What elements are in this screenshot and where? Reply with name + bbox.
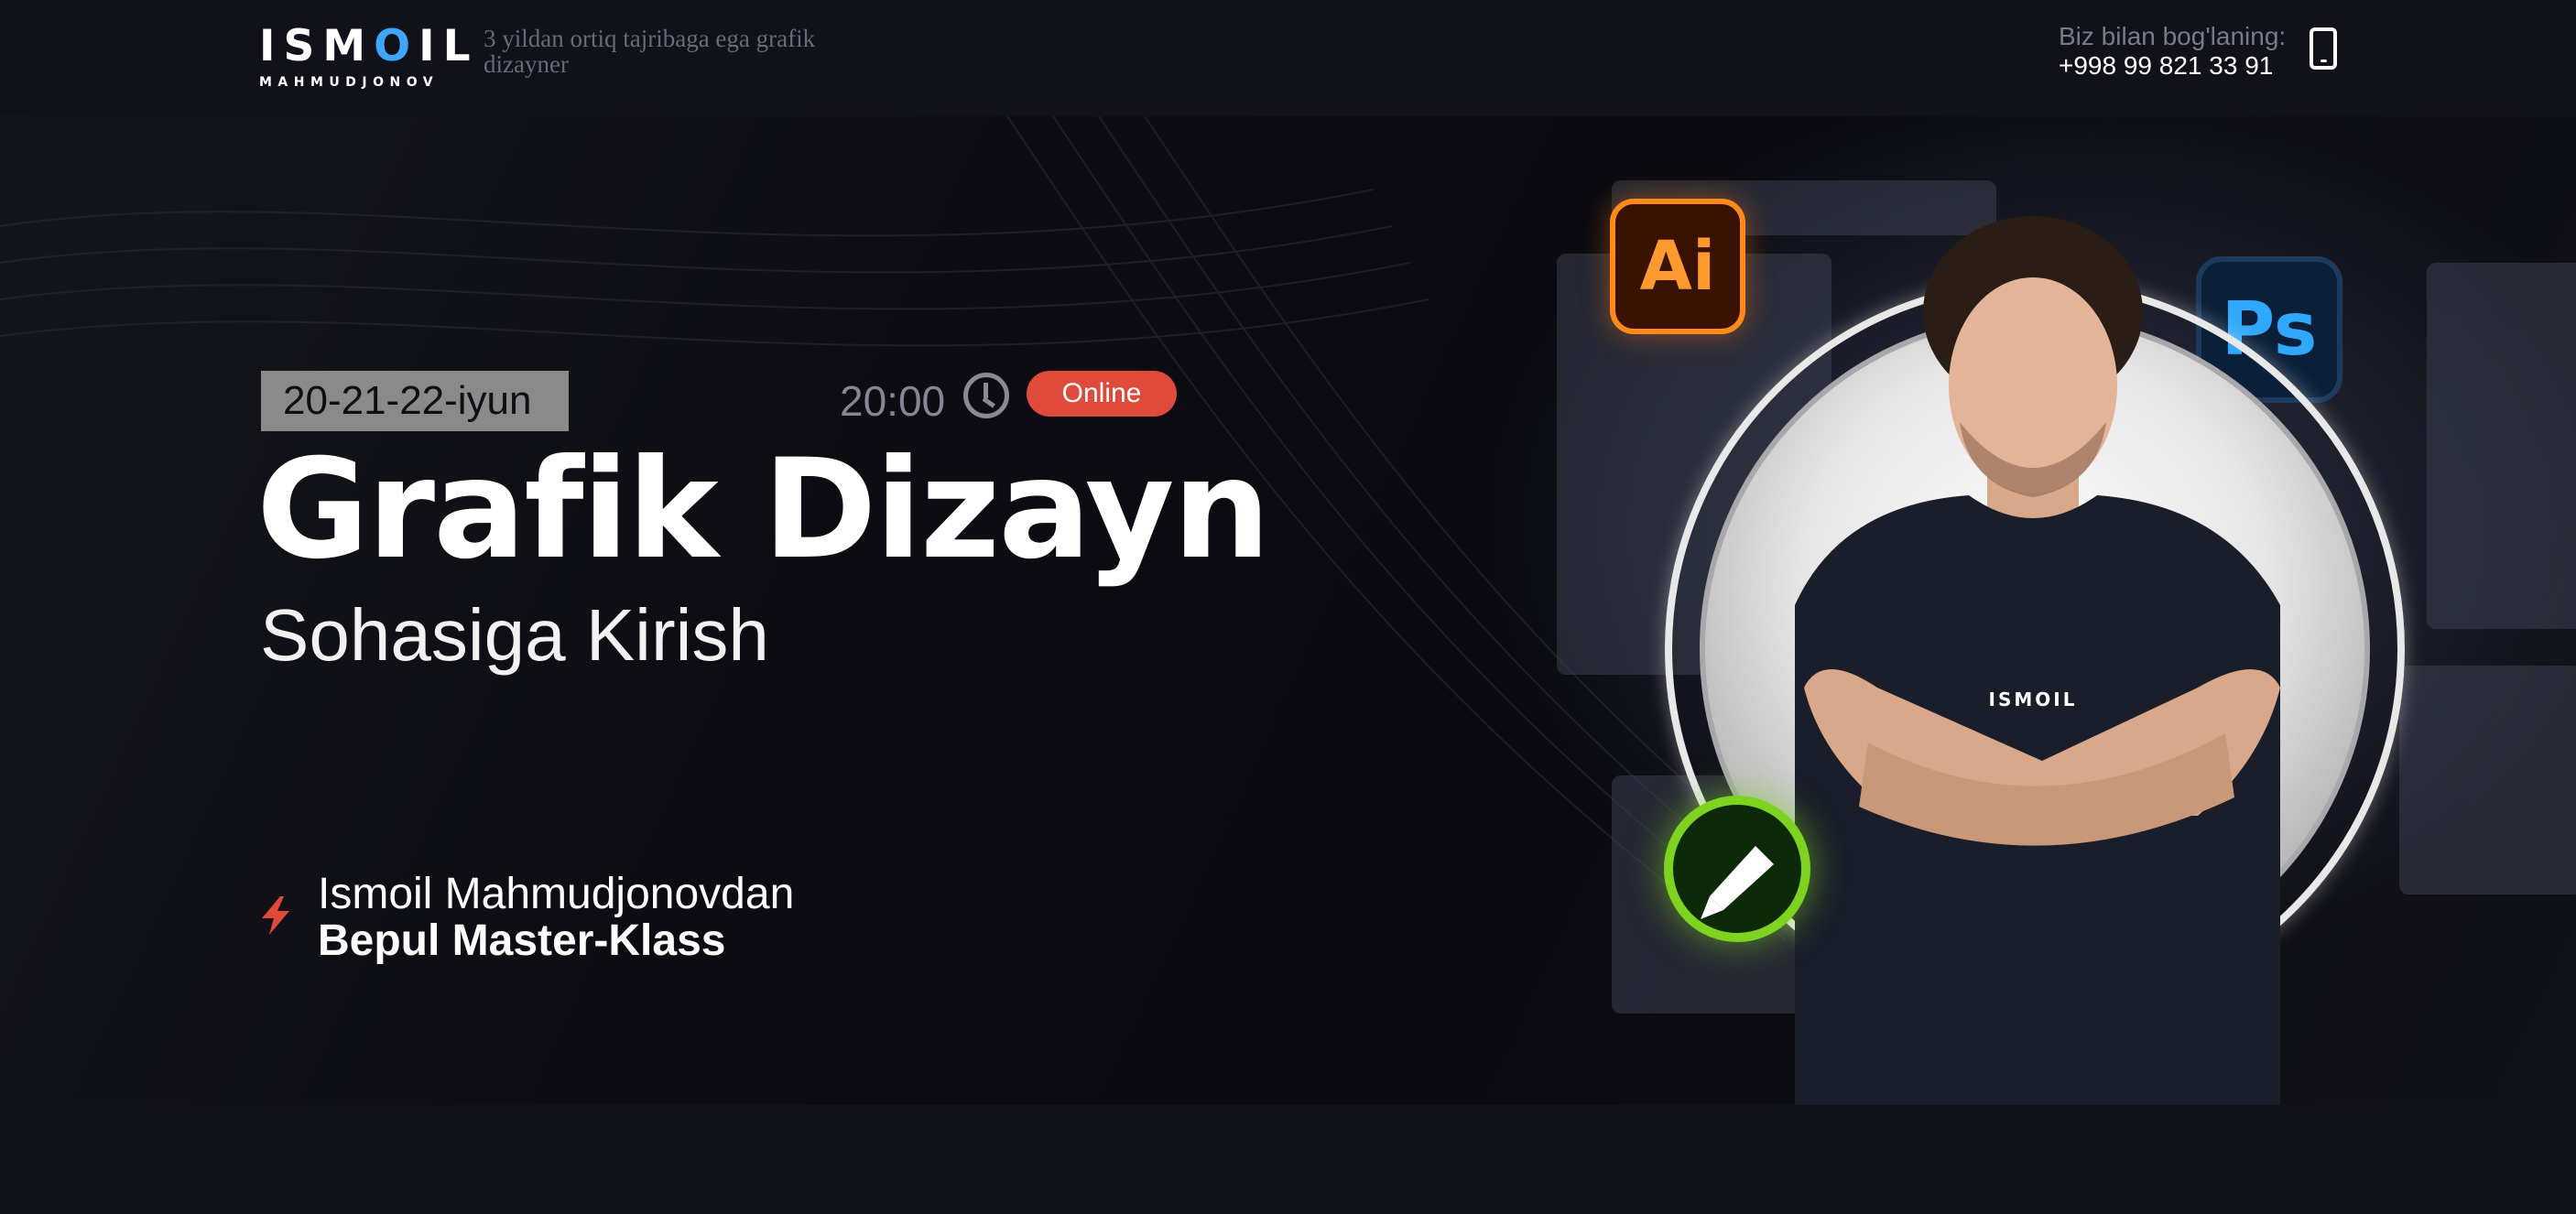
ui-panel-character xyxy=(2427,263,2576,629)
event-time: 20:00 xyxy=(840,377,946,425)
logo-wordmark: ISMOIL xyxy=(259,21,479,71)
header-tagline: 3 yildan ortiq tajribaga ega grafik diza… xyxy=(484,25,816,78)
master-class-label: Bepul Master-Klass xyxy=(318,916,726,965)
logo-subtitle: MAHMUDJONOV xyxy=(259,75,440,90)
shirt-logo: ISMOIL xyxy=(1989,688,2078,710)
ui-panel-color xyxy=(2399,666,2576,894)
illustrator-icon: Ai xyxy=(1610,199,1745,334)
presenter-photo: ISMOIL xyxy=(1795,216,2280,1105)
clock-icon xyxy=(963,373,1009,418)
hero-banner: 20-21-22-iyun 20:00 Online Grafik Dizayn… xyxy=(0,116,2576,1105)
brand-logo[interactable]: ISMOIL MAHMUDJONOV xyxy=(259,21,479,91)
hero-subtitle: Sohasiga Kirish xyxy=(260,594,769,676)
bolt-icon xyxy=(262,896,289,935)
event-date-badge: 20-21-22-iyun xyxy=(261,371,569,431)
phone-icon[interactable] xyxy=(2310,27,2337,70)
coreldraw-icon xyxy=(1664,796,1810,942)
hero-title: Grafik Dizayn xyxy=(256,430,1270,590)
online-badge: Online xyxy=(1027,371,1177,417)
host-name: Ismoil Mahmudjonovdan xyxy=(318,870,795,918)
site-header: ISMOIL MAHMUDJONOV 3 yildan ortiq tajrib… xyxy=(0,0,2576,116)
contact-label: Biz bilan bog'laning: xyxy=(2059,22,2287,50)
contact-phone-link[interactable]: +998 99 821 33 91 xyxy=(2059,51,2297,81)
contact-block: Biz bilan bog'laning: +998 99 821 33 91 xyxy=(2059,22,2297,81)
page-footer-band xyxy=(0,1105,2576,1214)
